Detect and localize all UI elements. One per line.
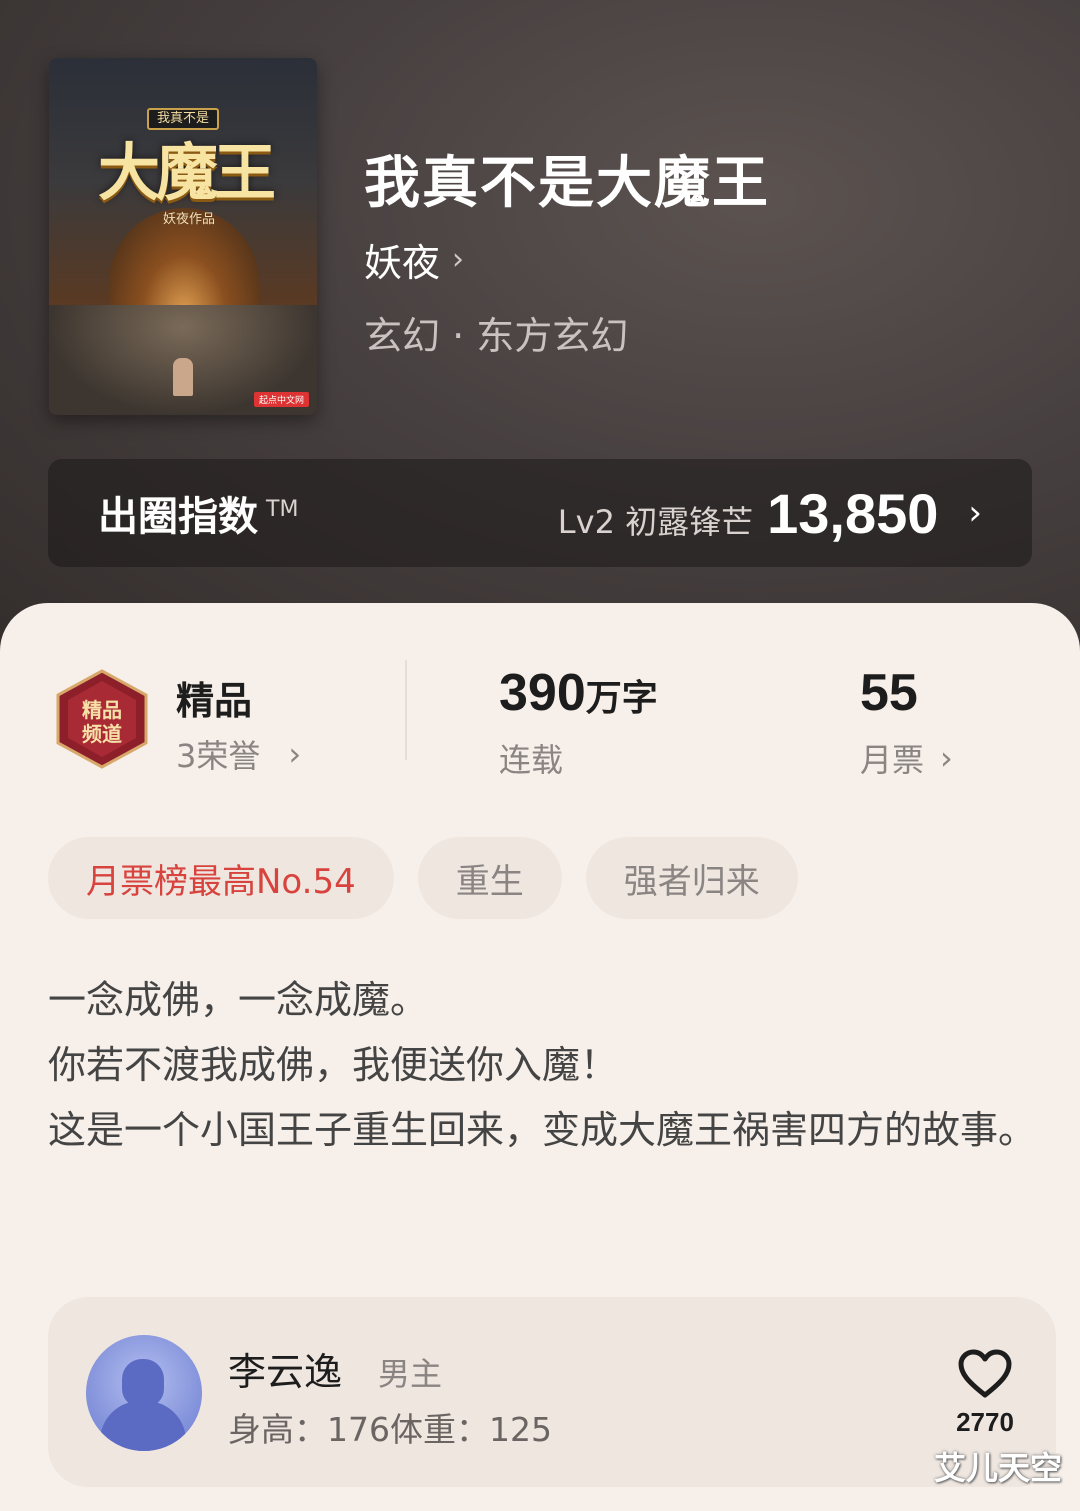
monthly-votes-link[interactable]: 月票 › [860,735,953,781]
character-name: 李云逸 [228,1350,343,1394]
character-role: 男主 [378,1355,443,1393]
book-description: 一念成佛，一念成魔。 你若不渡我成佛，我便送你入魔！ 这是一个小国王子重生回来，… [48,968,1038,1163]
author-link[interactable]: 妖夜 › [364,232,464,287]
chevron-right-icon: › [940,739,953,777]
stat-divider [405,660,407,760]
description-line: 你若不渡我成佛，我便送你入魔！ [48,1043,619,1087]
tag-strong-return[interactable]: 强者归来 [585,837,798,919]
svg-text:频道: 频道 [82,722,122,746]
watermark: 艾儿天空 [933,1449,1062,1487]
description-line: 这是一个小国王子重生回来，变成大魔王祸害四方的故事。 [48,1108,1037,1152]
cover-big-title: 大魔王 [97,136,276,209]
character-info: 身高：176体重：125 [228,1410,552,1449]
chevron-right-icon: › [968,493,982,533]
tag-ranking[interactable]: 月票榜最高No.54 [48,837,394,919]
index-value: 13,850 [767,481,939,545]
cover-figure [173,358,193,396]
cover-small-title: 我真不是 [147,108,219,130]
description-line: 一念成佛，一念成魔。 [48,978,429,1022]
index-label: 出圈指数 TM [98,494,299,540]
premium-channel-badge-icon: 精品 频道 [56,669,148,769]
chevron-right-icon: › [288,735,302,773]
serial-status: 连载 [499,741,564,779]
character-avatar [86,1335,202,1451]
monthly-votes-count: 55 [860,664,918,722]
popularity-index-bar[interactable]: 出圈指数 TM Lv2 初露锋芒 13,850 › [48,459,1032,567]
monthly-votes-label: 月票 [860,741,925,779]
heart-icon [958,1349,1012,1398]
index-level: Lv2 初露锋芒 [557,502,754,541]
svg-text:精品: 精品 [82,698,122,722]
like-count: 2770 [956,1407,1014,1437]
cover-brand: 起点中文网 [253,392,309,407]
honors-count: 3荣誉 [176,737,261,775]
tag-rebirth[interactable]: 重生 [417,837,562,919]
chevron-right-icon: › [452,242,465,277]
trademark: TM [266,496,299,522]
cover-author: 妖夜作品 [162,212,215,227]
word-count: 390万字 [499,664,658,722]
like-button[interactable]: 2770 [950,1349,1020,1438]
book-cover[interactable]: 我真不是 大魔王 妖夜作品 起点中文网 [49,58,317,415]
book-title: 我真不是大魔王 [364,150,770,216]
tag-list: 月票榜最高No.54 重生 强者归来 [48,837,798,919]
honors-link[interactable]: 3荣誉 › [176,731,301,777]
author-name: 妖夜 [364,241,441,285]
character-header: 李云逸 男主 [228,1341,442,1396]
quality-label: 精品 [176,679,253,723]
character-card[interactable]: 李云逸 男主 身高：176体重：125 2770 [48,1297,1056,1487]
book-genre[interactable]: 玄幻 · 东方玄幻 [364,305,628,360]
